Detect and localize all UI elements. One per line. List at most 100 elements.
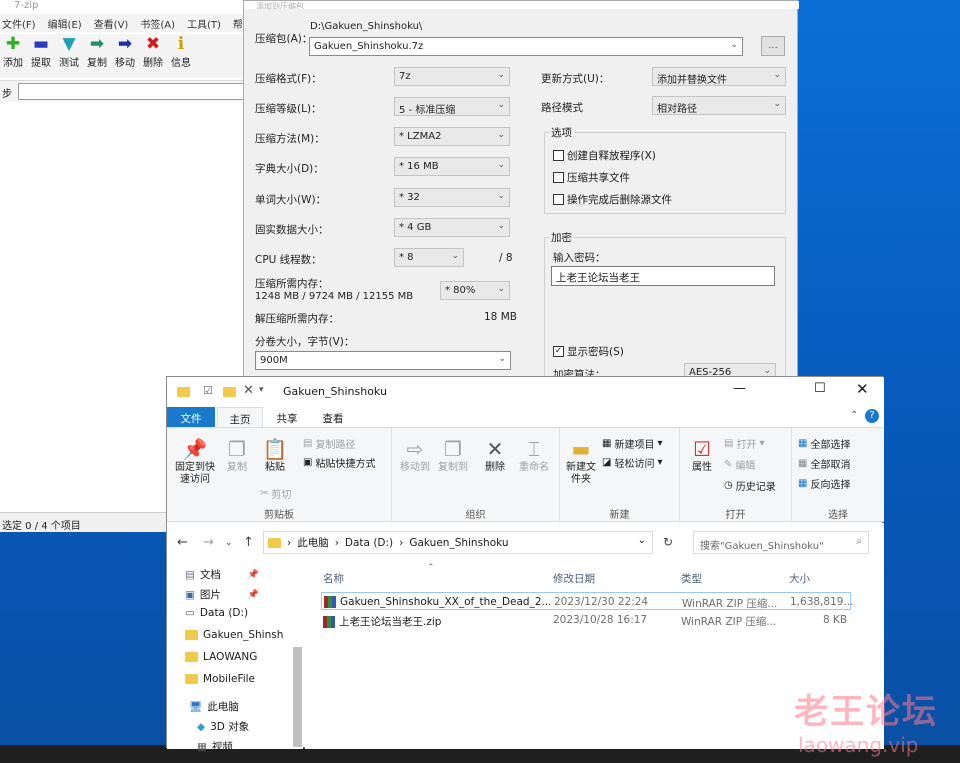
- test-button[interactable]: ▼ 测试: [56, 34, 82, 78]
- minimize-button[interactable]: —: [733, 381, 746, 396]
- update-combo[interactable]: 添加并替换文件 ⌄: [652, 67, 786, 86]
- copy-to-button[interactable]: ❐ 复制到: [434, 436, 472, 474]
- paste-shortcut-label: 粘贴快捷方式: [315, 459, 376, 470]
- method-combo[interactable]: * LZMA2 ⌄: [394, 127, 510, 146]
- delete-icon[interactable]: ✕: [243, 383, 254, 398]
- breadcrumb-drive[interactable]: Data (D:): [345, 537, 393, 549]
- copy-path-button[interactable]: ▤ 复制路径: [303, 436, 355, 451]
- column-type[interactable]: 类型: [681, 571, 702, 586]
- chevron-up-icon[interactable]: ⌃: [850, 410, 858, 421]
- delete-button[interactable]: ✕ 删除: [478, 436, 512, 474]
- up-arrow-icon[interactable]: ↑: [243, 535, 254, 550]
- table-row[interactable]: 上老王论坛当老王.zip 2023/10/28 16:17 WinRAR ZIP…: [321, 611, 851, 629]
- sidebar-item-pictures[interactable]: ▣ 图片 📌: [185, 587, 259, 602]
- easy-access-button[interactable]: ◪ 轻松访问 ▾: [602, 455, 662, 470]
- password-input[interactable]: 上老王论坛当老王: [551, 266, 775, 286]
- menu-edit[interactable]: 编辑(E): [48, 16, 82, 31]
- qat-properties-icon[interactable]: ☑: [203, 384, 213, 397]
- invert-selection-button[interactable]: ▦ 反向选择: [798, 476, 850, 491]
- solid-combo[interactable]: * 4 GB ⌄: [394, 218, 510, 237]
- menu-help[interactable]: 帮: [233, 16, 243, 31]
- close-button[interactable]: ✕: [856, 380, 869, 398]
- path-mode-combo[interactable]: 相对路径 ⌄: [652, 96, 786, 115]
- format-value: 7z: [399, 71, 411, 82]
- menu-bookmarks[interactable]: 书签(A): [140, 16, 175, 31]
- delete-source-checkbox[interactable]: 操作完成后删除源文件: [553, 192, 672, 207]
- menu-tools[interactable]: 工具(T): [187, 16, 221, 31]
- column-date[interactable]: 修改日期: [553, 571, 595, 586]
- forward-arrow-icon[interactable]: →: [203, 535, 214, 550]
- menu-view[interactable]: 查看(V): [94, 16, 129, 31]
- move-button[interactable]: ➡ 移动: [112, 34, 138, 78]
- cut-button[interactable]: ✂ 剪切: [260, 486, 291, 501]
- delete-button[interactable]: ✖ 删除: [140, 34, 166, 78]
- address-input[interactable]: [18, 83, 262, 100]
- sidebar-scrollbar[interactable]: [293, 647, 302, 747]
- level-combo[interactable]: 5 - 标准压缩 ⌄: [394, 97, 510, 116]
- back-arrow-icon[interactable]: ←: [177, 535, 188, 550]
- properties-button[interactable]: ☑ 属性: [684, 436, 720, 474]
- edit-label: 编辑: [735, 461, 756, 472]
- maximize-button[interactable]: ☐: [814, 381, 826, 396]
- pin-button[interactable]: 📌 固定到快速访问: [173, 436, 217, 486]
- help-icon[interactable]: ?: [865, 409, 879, 423]
- table-row[interactable]: Gakuen_Shinshoku_XX_of_the_Dead_2... 202…: [321, 592, 853, 610]
- browse-button[interactable]: ...: [761, 36, 785, 56]
- new-folder-icon[interactable]: [223, 387, 236, 397]
- archive-name-combo[interactable]: Gakuen_Shinshoku.7z ⌄: [309, 37, 743, 56]
- tab-share[interactable]: 共享: [265, 407, 309, 427]
- sidebar-item-documents[interactable]: ▤ 文档 📌: [185, 567, 259, 582]
- chevron-down-icon[interactable]: ▾: [259, 385, 264, 395]
- show-password-checkbox[interactable]: ✓ 显示密码(S): [553, 344, 624, 359]
- sidebar-item-this-pc[interactable]: 🖥 此电脑: [189, 699, 239, 714]
- copy-button[interactable]: ❐ 复制: [219, 436, 255, 474]
- shared-checkbox[interactable]: 压缩共享文件: [553, 170, 630, 185]
- mem-pct-combo[interactable]: * 80% ⌄: [440, 281, 510, 300]
- pin-label: 固定到快速访问: [175, 462, 215, 485]
- info-button[interactable]: ℹ 信息: [168, 34, 194, 78]
- chevron-down-icon[interactable]: ⌄: [225, 538, 233, 548]
- edit-button[interactable]: ✎ 编辑: [724, 457, 755, 472]
- paste-shortcut-button[interactable]: ▣ 粘贴快捷方式: [303, 455, 375, 470]
- sidebar-item-data-drive[interactable]: ▭ Data (D:): [185, 607, 248, 619]
- explorer-title: Gakuen_Shinshoku: [283, 385, 387, 398]
- select-all-button[interactable]: ▦ 全部选择: [798, 436, 850, 451]
- tab-file[interactable]: 文件: [167, 407, 215, 427]
- menu-file[interactable]: 文件(F): [2, 16, 36, 31]
- sidebar-item-3d-objects[interactable]: ◆ 3D 对象: [197, 719, 249, 734]
- word-combo[interactable]: * 32 ⌄: [394, 188, 510, 207]
- sidebar-item-videos[interactable]: ▦ 视频: [197, 739, 233, 754]
- format-combo[interactable]: 7z ⌄: [394, 67, 510, 86]
- cpu-combo[interactable]: * 8 ⌄: [394, 248, 464, 267]
- refresh-icon[interactable]: ↻: [663, 535, 673, 549]
- 7zip-toolbar: ✚ 添加 ▬ 提取 ▼ 测试 ➡ 复制 ➡ 移动 ✖ 删除 ℹ 信息: [0, 34, 262, 78]
- chevron-down-icon[interactable]: ⌄: [638, 535, 646, 546]
- copy-button[interactable]: ➡ 复制: [84, 34, 110, 78]
- new-folder-button[interactable]: ▬ 新建文件夹: [562, 436, 600, 486]
- sfx-checkbox[interactable]: 创建自释放程序(X): [553, 148, 656, 163]
- open-icon: ▤: [724, 438, 734, 449]
- address-bar[interactable]: › 此电脑 › Data (D:) › Gakuen_Shinshoku ⌄: [263, 531, 653, 554]
- move-to-button[interactable]: ⇨ 移动到: [396, 436, 434, 474]
- sidebar-item-mobilefile[interactable]: MobileFile: [185, 673, 255, 685]
- new-item-button[interactable]: ▦ 新建项目 ▾: [602, 436, 662, 451]
- extract-button[interactable]: ▬ 提取: [28, 34, 54, 78]
- column-size[interactable]: 大小: [789, 571, 810, 586]
- format-label: 压缩格式(F)：: [255, 73, 322, 85]
- column-name[interactable]: 名称: [323, 571, 344, 586]
- dict-combo[interactable]: * 16 MB ⌄: [394, 157, 510, 176]
- sidebar-item-gakuen[interactable]: Gakuen_Shinsh: [185, 629, 283, 641]
- search-input[interactable]: 搜索"Gakuen_Shinshoku" ⌕: [693, 531, 869, 554]
- add-button[interactable]: ✚ 添加: [0, 34, 26, 78]
- rename-button[interactable]: ⌶ 重命名: [514, 436, 554, 474]
- breadcrumb-this-pc[interactable]: 此电脑: [297, 535, 329, 550]
- breadcrumb-folder[interactable]: Gakuen_Shinshoku: [409, 537, 508, 549]
- paste-button[interactable]: 📋 粘贴: [257, 436, 293, 474]
- tab-view[interactable]: 查看: [311, 407, 355, 427]
- open-button[interactable]: ▤ 打开 ▾: [724, 436, 764, 451]
- tab-home[interactable]: 主页: [217, 407, 263, 427]
- sidebar-item-laowang[interactable]: LAOWANG: [185, 651, 257, 663]
- split-combo[interactable]: 900M ⌄: [255, 351, 511, 370]
- select-none-button[interactable]: ▦ 全部取消: [798, 456, 850, 471]
- history-button[interactable]: ◷ 历史记录: [724, 478, 776, 493]
